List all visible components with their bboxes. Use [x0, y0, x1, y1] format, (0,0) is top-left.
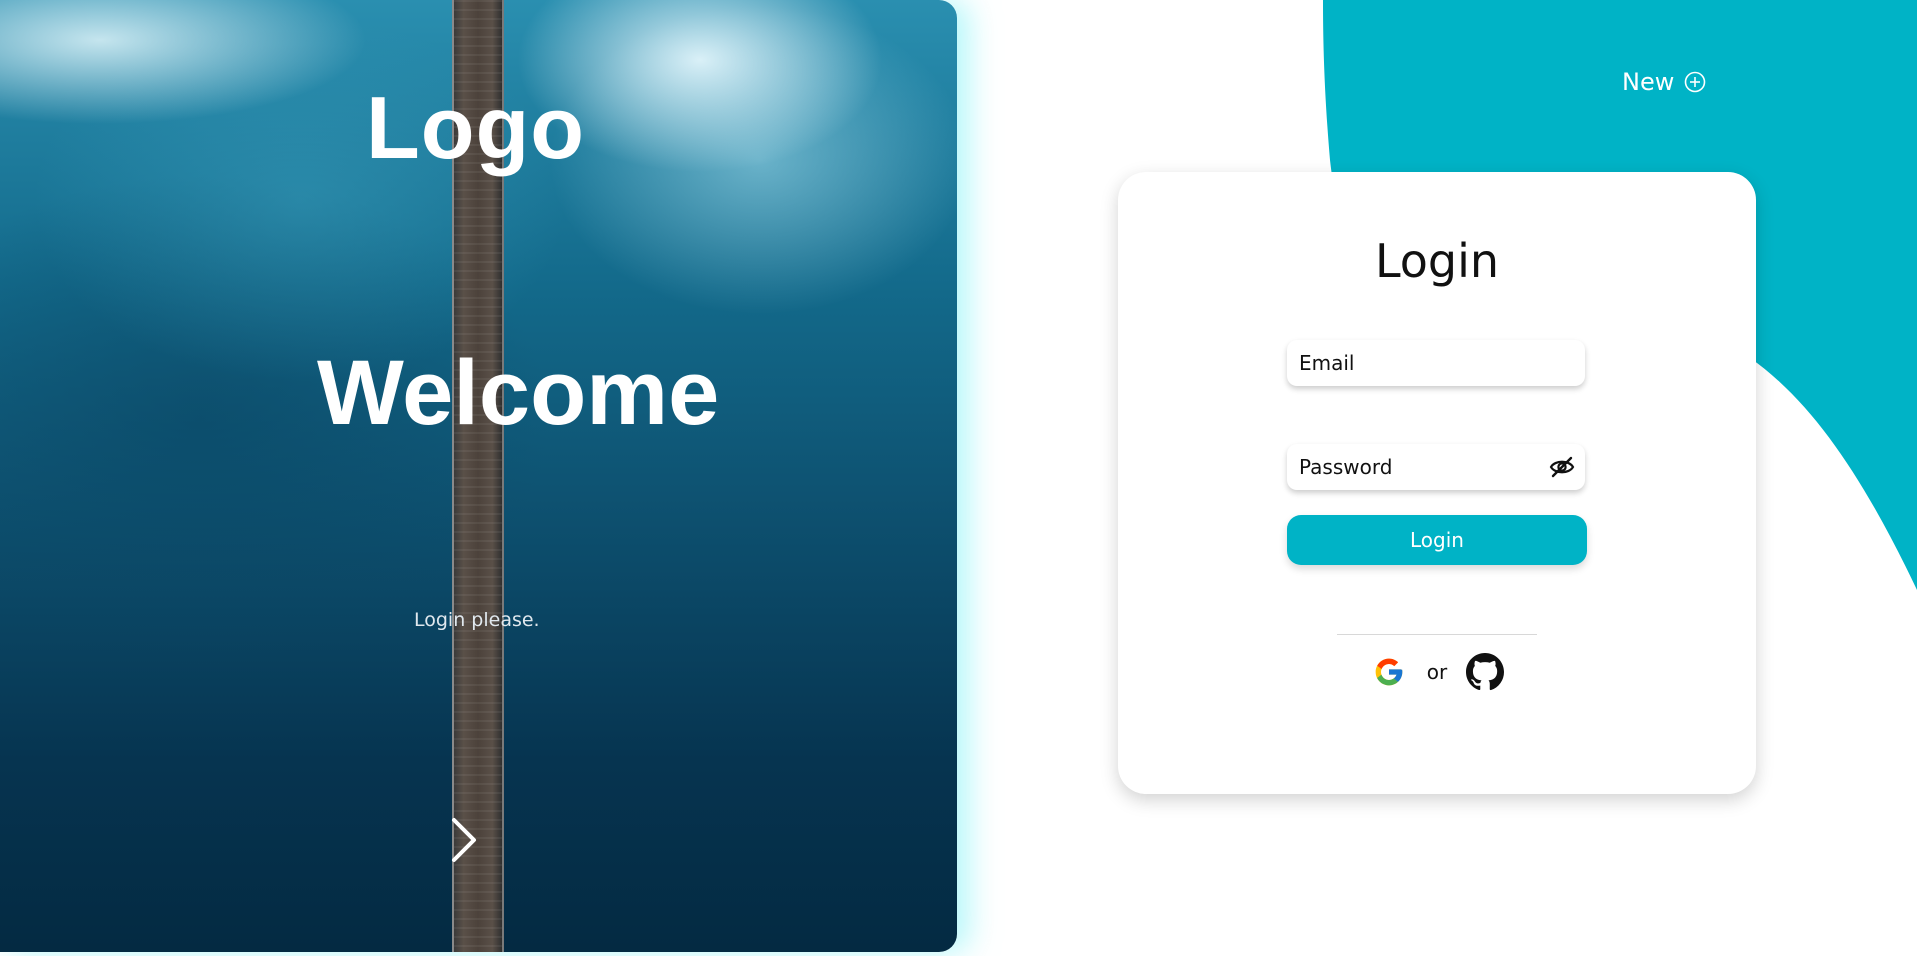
hero-panel: Logo Welcome Login please.: [0, 0, 957, 952]
social-login: or: [1118, 652, 1756, 692]
password-field-wrapper: [1287, 444, 1585, 490]
divider: [1337, 634, 1537, 635]
google-login-button[interactable]: [1369, 652, 1409, 692]
email-input[interactable]: [1297, 350, 1575, 376]
chevron-right-icon: [452, 818, 476, 862]
welcome-heading: Welcome: [317, 342, 720, 444]
or-separator: or: [1426, 660, 1448, 684]
github-login-button[interactable]: [1465, 652, 1505, 692]
new-label: New: [1622, 68, 1675, 96]
password-toggle-button[interactable]: [1548, 452, 1575, 482]
password-input[interactable]: [1297, 454, 1549, 480]
google-icon: [1375, 658, 1403, 686]
new-button[interactable]: New: [1622, 64, 1706, 100]
login-button[interactable]: Login: [1287, 515, 1587, 565]
logo: Logo: [366, 78, 586, 177]
email-field-wrapper: [1287, 340, 1585, 386]
next-button[interactable]: [446, 812, 482, 868]
login-title: Login: [1374, 234, 1500, 288]
login-card: Login Login or: [1118, 172, 1756, 794]
eye-off-icon: [1549, 456, 1574, 478]
plus-circle-icon: [1685, 71, 1706, 93]
github-icon: [1466, 653, 1505, 691]
hero-subtitle: Login please.: [414, 609, 540, 631]
